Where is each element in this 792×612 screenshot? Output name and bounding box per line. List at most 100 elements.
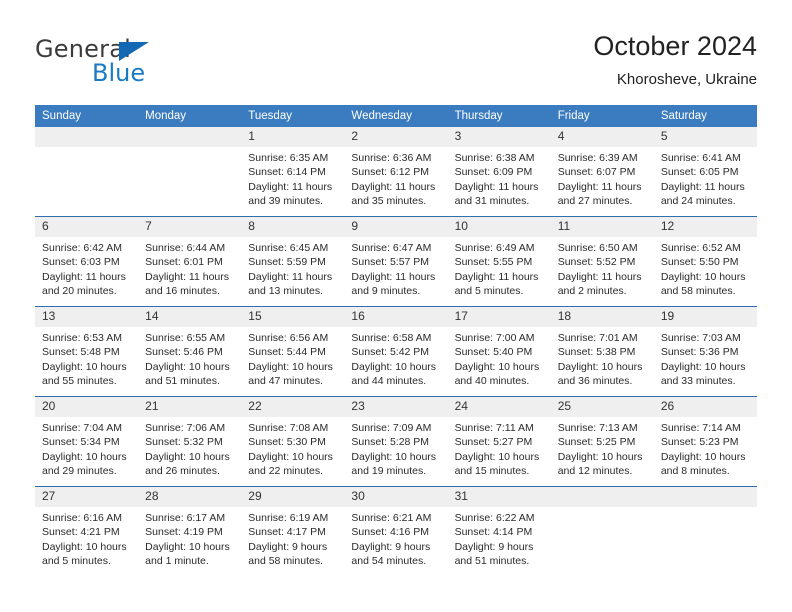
calendar-day-cell[interactable]: 6 Sunrise: 6:42 AM Sunset: 6:03 PM Daylight… [35, 216, 139, 307]
sunrise-text: Sunrise: 7:01 AM [557, 332, 638, 344]
calendar-day-cell[interactable]: 27 Sunrise: 6:16 AM Sunset: 4:21 PM Dayligh… [35, 486, 139, 576]
day-details: Sunrise: 6:50 AM Sunset: 5:52 PM Daylight:… [551, 237, 654, 299]
sunset-text: Sunset: 5:25 PM [557, 436, 636, 449]
sunrise-text: Sunrise: 6:56 AM [248, 332, 329, 344]
calendar-day-cell[interactable]: 15 Sunrise: 6:56 AM Sunset: 5:44 PM Dayligh… [241, 306, 345, 397]
calendar-day-cell[interactable]: 3 Sunrise: 6:38 AM Sunset: 6:09 PM Daylight… [447, 127, 551, 217]
sunset-text: Sunset: 4:21 PM [42, 526, 120, 539]
day-number: 30 [344, 487, 448, 507]
sunrise-text: Sunrise: 6:41 AM [660, 152, 741, 164]
calendar-day-cell[interactable]: 28 Sunrise: 6:17 AM Sunset: 4:19 PM Dayligh… [138, 486, 242, 576]
calendar-day-cell[interactable]: 7 Sunrise: 6:44 AM Sunset: 6:01 PM Daylight… [138, 216, 242, 307]
day-number: 18 [550, 307, 654, 327]
sunset-text: Sunset: 5:28 PM [351, 436, 430, 449]
calendar-day-cell[interactable]: 21 Sunrise: 7:06 AM Sunset: 5:32 PM Dayligh… [138, 396, 242, 487]
day-details: Sunrise: 6:52 AM Sunset: 5:50 PM Daylight:… [654, 237, 757, 299]
calendar-day-cell[interactable]: 9 Sunrise: 6:47 AM Sunset: 5:57 PM Daylight… [344, 216, 448, 307]
calendar-day-cell[interactable]: 22 Sunrise: 7:08 AM Sunset: 5:30 PM Dayligh… [241, 396, 345, 487]
day-number: 1 [241, 127, 345, 147]
calendar-day-cell[interactable]: 31 Sunrise: 6:22 AM Sunset: 4:14 PM Dayligh… [447, 486, 551, 576]
day-details: Sunrise: 6:45 AM Sunset: 5:59 PM Daylight:… [241, 237, 344, 299]
calendar-day-cell[interactable]: 20 Sunrise: 7:04 AM Sunset: 5:34 PM Dayligh… [35, 396, 139, 487]
sunrise-text: Sunrise: 6:52 AM [660, 242, 741, 254]
calendar-day-cell[interactable]: 8 Sunrise: 6:45 AM Sunset: 5:59 PM Daylight… [241, 216, 345, 307]
sunrise-text: Sunrise: 7:04 AM [42, 422, 122, 434]
weekday-header-monday: Monday [138, 105, 242, 127]
sunrise-text: Sunrise: 6:55 AM [145, 332, 226, 344]
sunrise-text: Sunrise: 6:58 AM [351, 332, 432, 344]
daylight-text: Daylight: 9 hours and 51 minutes. [454, 540, 534, 568]
day-details: Sunrise: 6:55 AM Sunset: 5:46 PM Daylight:… [138, 327, 241, 389]
daylight-text: Daylight: 10 hours and 36 minutes. [557, 360, 643, 388]
day-details: Sunrise: 6:49 AM Sunset: 5:55 PM Daylight:… [448, 237, 551, 299]
sunrise-text: Sunrise: 7:08 AM [248, 422, 329, 434]
day-details: Sunrise: 6:36 AM Sunset: 6:12 PM Daylight:… [344, 147, 447, 209]
calendar-day-cell[interactable]: 11 Sunrise: 6:50 AM Sunset: 5:52 PM Dayligh… [550, 216, 654, 307]
day-details: Sunrise: 7:01 AM Sunset: 5:38 PM Daylight:… [551, 327, 654, 389]
sunset-text: Sunset: 5:38 PM [557, 346, 636, 359]
daylight-text: Daylight: 11 hours and 2 minutes. [557, 270, 642, 298]
sunset-text: Sunset: 6:07 PM [557, 166, 636, 179]
day-number: 20 [35, 397, 139, 417]
day-number: 5 [653, 127, 757, 147]
day-number: 10 [447, 217, 551, 237]
daylight-text: Daylight: 11 hours and 39 minutes. [248, 180, 333, 208]
day-details: Sunrise: 7:13 AM Sunset: 5:25 PM Daylight:… [551, 417, 654, 479]
daylight-text: Daylight: 10 hours and 44 minutes. [351, 360, 437, 388]
sunrise-text: Sunrise: 6:39 AM [557, 152, 638, 164]
sunrise-text: Sunrise: 6:53 AM [42, 332, 122, 344]
calendar-day-cell[interactable]: 24 Sunrise: 7:11 AM Sunset: 5:27 PM Dayligh… [447, 396, 551, 487]
sunset-text: Sunset: 5:32 PM [145, 436, 223, 449]
day-details: Sunrise: 6:19 AM Sunset: 4:17 PM Daylight:… [241, 507, 344, 569]
calendar-day-cell[interactable]: 30 Sunrise: 6:21 AM Sunset: 4:16 PM Dayligh… [344, 486, 448, 576]
day-number: 3 [447, 127, 551, 147]
sunset-text: Sunset: 5:40 PM [454, 346, 533, 359]
day-number: 22 [241, 397, 345, 417]
calendar-day-cell[interactable]: 4 Sunrise: 6:39 AM Sunset: 6:07 PM Daylight… [550, 127, 654, 217]
day-number: 29 [241, 487, 345, 507]
calendar-day-cell[interactable]: 14 Sunrise: 6:55 AM Sunset: 5:46 PM Dayligh… [138, 306, 242, 397]
daylight-text: Daylight: 11 hours and 35 minutes. [351, 180, 436, 208]
day-number: 2 [344, 127, 448, 147]
logo-text-blue: Blue [92, 59, 146, 87]
calendar-week-row: 13 Sunrise: 6:53 AM Sunset: 5:48 PM Dayligh… [35, 306, 757, 397]
calendar-day-cell[interactable]: 26 Sunrise: 7:14 AM Sunset: 5:23 PM Dayligh… [653, 396, 757, 487]
sunset-text: Sunset: 5:34 PM [42, 436, 120, 449]
calendar-day-cell[interactable]: 29 Sunrise: 6:19 AM Sunset: 4:17 PM Dayligh… [241, 486, 345, 576]
calendar-day-cell[interactable]: 2 Sunrise: 6:36 AM Sunset: 6:12 PM Daylight… [344, 127, 448, 217]
calendar-day-cell[interactable]: 19 Sunrise: 7:03 AM Sunset: 5:36 PM Dayligh… [653, 306, 757, 397]
day-details: Sunrise: 6:44 AM Sunset: 6:01 PM Daylight:… [138, 237, 241, 299]
calendar-day-cell[interactable]: 12 Sunrise: 6:52 AM Sunset: 5:50 PM Dayligh… [653, 216, 757, 307]
calendar-day-cell[interactable]: 1 Sunrise: 6:35 AM Sunset: 6:14 PM Daylight… [241, 127, 345, 217]
day-number: 25 [550, 397, 654, 417]
sunrise-text: Sunrise: 6:36 AM [351, 152, 432, 164]
calendar-day-cell[interactable]: 23 Sunrise: 7:09 AM Sunset: 5:28 PM Dayligh… [344, 396, 448, 487]
calendar-week-row: 27 Sunrise: 6:16 AM Sunset: 4:21 PM Dayligh… [35, 486, 757, 576]
day-number: 4 [550, 127, 654, 147]
sunrise-text: Sunrise: 6:16 AM [42, 512, 122, 524]
sunset-text: Sunset: 5:44 PM [248, 346, 326, 359]
calendar-day-cell[interactable]: 16 Sunrise: 6:58 AM Sunset: 5:42 PM Dayligh… [344, 306, 448, 397]
day-details: Sunrise: 6:53 AM Sunset: 5:48 PM Daylight:… [35, 327, 138, 389]
calendar-day-cell[interactable]: 17 Sunrise: 7:00 AM Sunset: 5:40 PM Dayligh… [447, 306, 551, 397]
day-number: 6 [35, 217, 139, 237]
calendar-table: Sunday Monday Tuesday Wednesday Thursday Frid… [35, 105, 757, 576]
daylight-text: Daylight: 10 hours and 8 minutes. [660, 450, 746, 478]
calendar-day-cell[interactable]: 18 Sunrise: 7:01 AM Sunset: 5:38 PM Dayligh… [550, 306, 654, 397]
daylight-text: Daylight: 11 hours and 13 minutes. [248, 270, 333, 298]
calendar-week-row: 20 Sunrise: 7:04 AM Sunset: 5:34 PM Dayligh… [35, 396, 757, 487]
day-details: Sunrise: 7:03 AM Sunset: 5:36 PM Daylight:… [654, 327, 757, 389]
calendar-day-cell[interactable]: 13 Sunrise: 6:53 AM Sunset: 5:48 PM Dayligh… [35, 306, 139, 397]
calendar-day-cell[interactable]: 25 Sunrise: 7:13 AM Sunset: 5:25 PM Dayligh… [550, 396, 654, 487]
page-header: General Blue October 2024 Khorosheve, Uk… [0, 0, 792, 100]
sunset-text: Sunset: 6:12 PM [351, 166, 430, 179]
daylight-text: Daylight: 11 hours and 20 minutes. [42, 270, 126, 298]
calendar-day-cell[interactable]: 5 Sunrise: 6:41 AM Sunset: 6:05 PM Daylight… [653, 127, 757, 217]
calendar-day-cell[interactable]: 10 Sunrise: 6:49 AM Sunset: 5:55 PM Dayligh… [447, 216, 551, 307]
day-number: 7 [138, 217, 242, 237]
weekday-header-saturday: Saturday [653, 105, 757, 127]
sunrise-text: Sunrise: 6:19 AM [248, 512, 329, 524]
day-details: Sunrise: 6:38 AM Sunset: 6:09 PM Daylight:… [448, 147, 551, 209]
sunset-text: Sunset: 5:27 PM [454, 436, 533, 449]
calendar-page: General Blue October 2024 Khorosheve, Uk… [0, 0, 792, 612]
